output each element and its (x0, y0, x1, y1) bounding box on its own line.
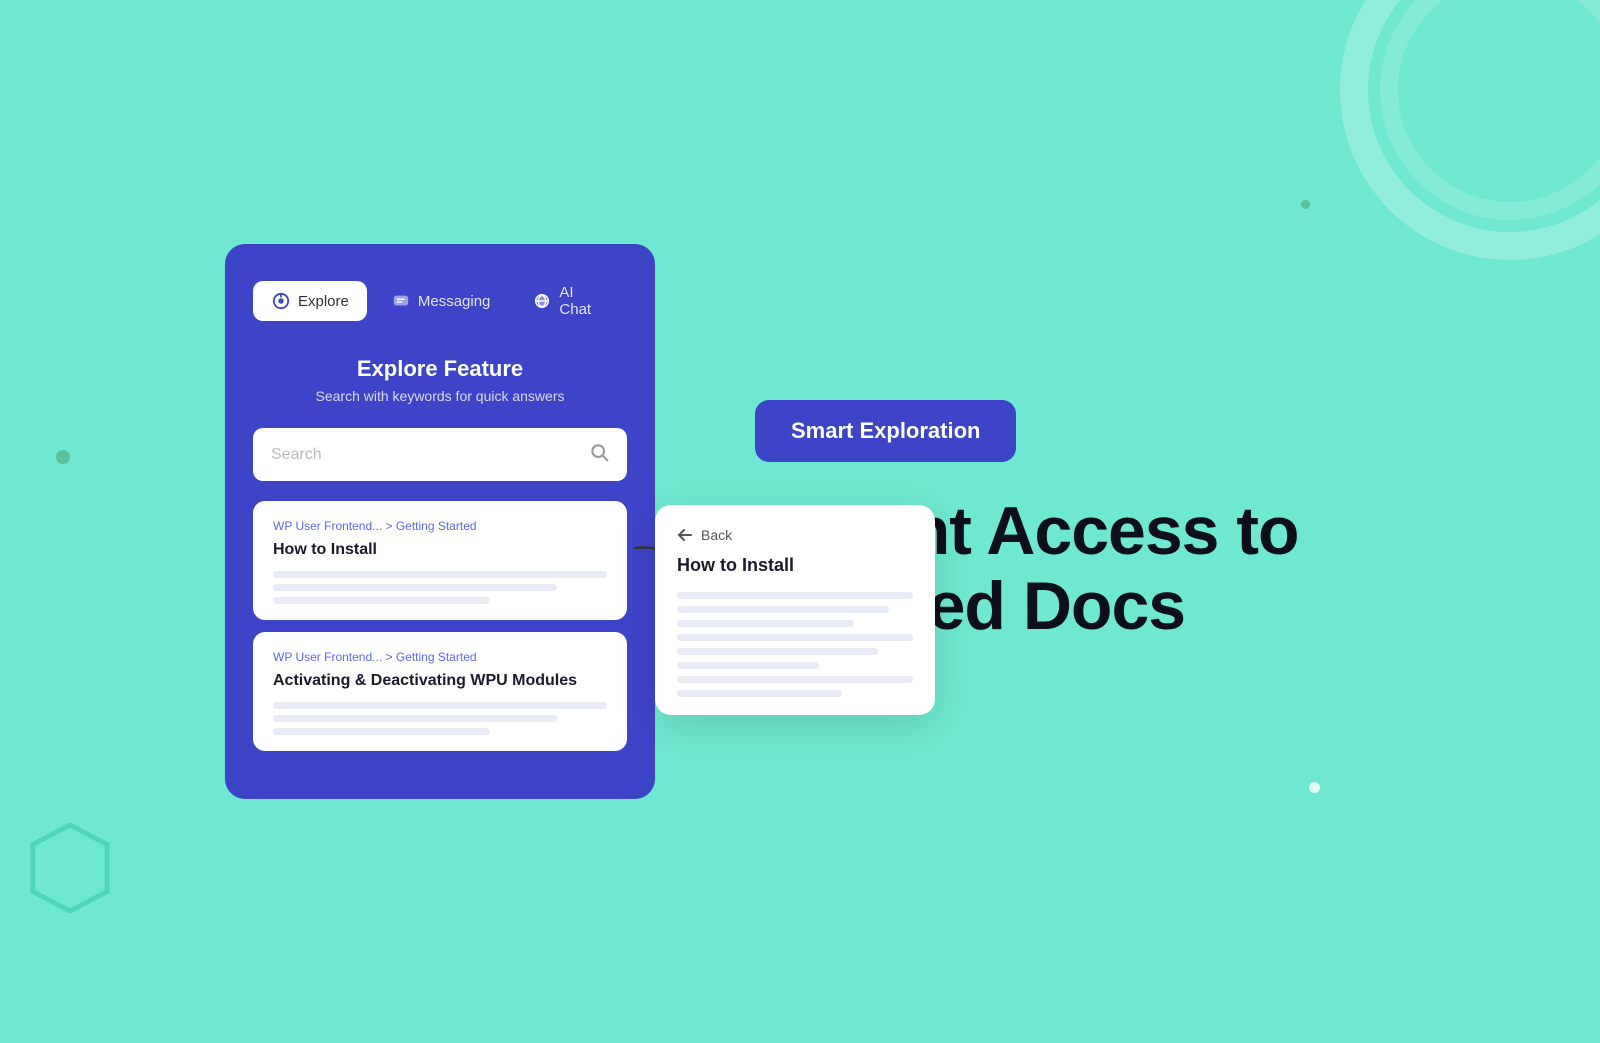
search-placeholder: Search (271, 446, 589, 464)
doc-line (273, 728, 490, 735)
detail-line (677, 592, 913, 599)
doc-lines-2 (273, 702, 607, 735)
detail-back-button[interactable]: Back (677, 527, 913, 543)
search-icon (589, 442, 609, 467)
tab-ai-chat-label: AI Chat (559, 284, 609, 318)
explore-title: Explore Feature (253, 356, 627, 382)
doc-card-2[interactable]: WP User Frontend... > Getting Started Ac… (253, 632, 627, 751)
bg-dot-left (56, 450, 70, 464)
detail-line (677, 620, 854, 627)
doc-line (273, 597, 490, 604)
tab-messaging[interactable]: Messaging (373, 281, 509, 321)
detail-line (677, 634, 913, 641)
explore-tab-icon (271, 291, 291, 311)
doc-line (273, 702, 607, 709)
doc-breadcrumb-2: WP User Frontend... > Getting Started (273, 650, 607, 664)
bg-dot-right (1301, 200, 1310, 209)
doc-card-1[interactable]: WP User Frontend... > Getting Started Ho… (253, 501, 627, 620)
tab-explore-label: Explore (298, 293, 349, 310)
doc-line (273, 584, 557, 591)
smart-exploration-badge: Smart Exploration (755, 400, 1016, 462)
tab-messaging-label: Messaging (418, 293, 491, 310)
detail-line (677, 648, 878, 655)
messaging-tab-icon (391, 291, 411, 311)
doc-lines-1 (273, 571, 607, 604)
doc-line (273, 571, 607, 578)
tab-ai-chat[interactable]: AI Chat (514, 274, 627, 328)
detail-line (677, 690, 842, 697)
tab-bar: Explore Messaging (253, 274, 627, 328)
bg-dot-bottom-right (1309, 782, 1320, 793)
detail-back-label: Back (701, 527, 732, 543)
bg-hexagon-icon (30, 823, 110, 913)
app-card: Explore Messaging (225, 244, 655, 799)
ai-chat-tab-icon (532, 291, 552, 311)
detail-line (677, 676, 913, 683)
detail-line (677, 606, 889, 613)
ui-mockup: Explore Messaging (225, 244, 675, 799)
detail-line (677, 662, 819, 669)
doc-line (273, 715, 557, 722)
doc-title-2: Activating & Deactivating WPU Modules (273, 672, 607, 690)
explore-subtitle: Search with keywords for quick answers (253, 388, 627, 404)
detail-content-lines (677, 592, 913, 697)
doc-title-1: How to Install (273, 541, 607, 559)
search-bar[interactable]: Search (253, 428, 627, 481)
detail-card: Back How to Install (655, 505, 935, 715)
detail-card-title: How to Install (677, 555, 913, 576)
doc-breadcrumb-1: WP User Frontend... > Getting Started (273, 519, 607, 533)
tab-explore[interactable]: Explore (253, 281, 367, 321)
